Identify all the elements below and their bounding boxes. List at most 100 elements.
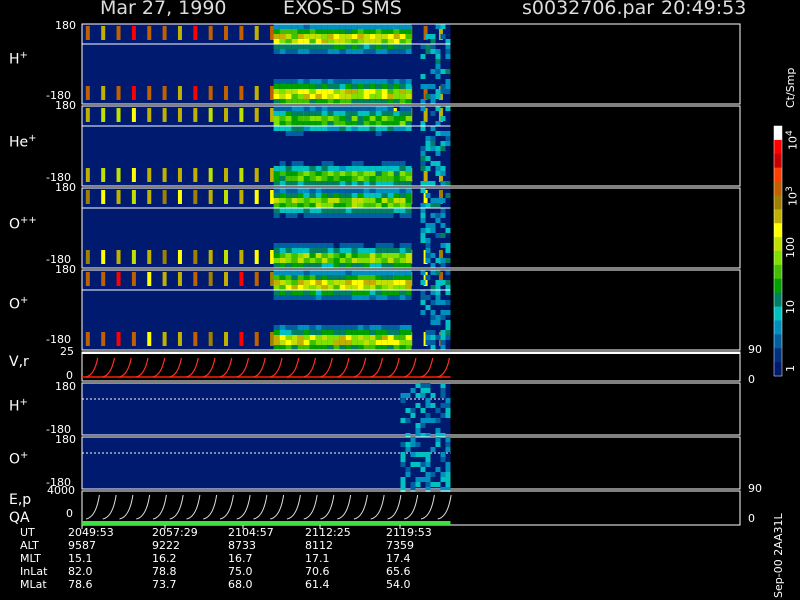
heatmap-cell (116, 168, 121, 182)
heatmap-cell (357, 193, 364, 198)
heatmap-cell (309, 181, 316, 186)
heatmap-cell (425, 330, 431, 335)
heatmap-cell (254, 272, 259, 286)
heatmap-cell (303, 330, 310, 335)
heatmap-cell (279, 94, 286, 99)
heatmap-cell (101, 108, 106, 122)
heatmap-cell (273, 280, 280, 285)
heatmap-cell (387, 49, 394, 54)
heatmap-cell (369, 181, 376, 186)
heatmap-cell (405, 418, 411, 423)
heatmap-cell (147, 332, 152, 346)
heatmap-cell (285, 171, 292, 176)
heatmap-cell (345, 263, 352, 268)
heatmap-cell (285, 253, 292, 258)
heatmap-cell (321, 161, 328, 166)
heatmap-cell (393, 193, 400, 198)
heatmap-cell (254, 86, 259, 100)
panel-label-o-plusplus: O++ (9, 215, 37, 233)
heatmap-cell (279, 34, 286, 39)
heatmap-cell (303, 79, 310, 84)
heatmap-cell (345, 330, 352, 335)
heatmap-cell (321, 29, 328, 34)
heatmap-cell (297, 243, 304, 248)
heatmap-cell (357, 285, 364, 290)
heatmap-cell (239, 250, 244, 264)
heatmap-cell (369, 193, 376, 198)
heatmap-cell (381, 166, 388, 171)
heatmap-cell (297, 99, 304, 104)
heatmap-cell (321, 248, 328, 253)
heatmap-cell (357, 89, 364, 94)
heatmap-cell (435, 161, 441, 166)
vr-curve (420, 357, 434, 378)
panel-o-plusplus-heatmap (82, 188, 451, 268)
heatmap-cell (321, 280, 328, 285)
heatmap-cell (291, 253, 298, 258)
heatmap-cell (435, 290, 441, 295)
heatmap-cell (339, 295, 346, 300)
heatmap-cell (116, 250, 121, 264)
heatmap-cell (399, 295, 406, 300)
heatmap-cell (381, 258, 388, 263)
heatmap-cell (345, 275, 352, 280)
heatmap-cell (410, 452, 416, 457)
heatmap-cell (369, 345, 376, 350)
footer-row-label: UT (20, 526, 35, 539)
footer-cell: 17.4 (386, 552, 411, 565)
heatmap-cell (435, 280, 441, 285)
heatmap-cell (351, 116, 358, 121)
heatmap-cell (273, 208, 280, 213)
ep-curve (437, 494, 452, 520)
heatmap-cell (131, 250, 136, 264)
footer-cell: 65.6 (386, 565, 411, 578)
colorbar-segment (774, 348, 782, 363)
heatmap-cell (381, 34, 388, 39)
heatmap-cell (420, 270, 426, 275)
heatmap-cell (357, 121, 364, 126)
heatmap-cell (321, 290, 328, 295)
colorbar-unit: Ct/Smp (784, 67, 797, 108)
heatmap-cell (315, 44, 322, 49)
heatmap-cell (321, 208, 328, 213)
heatmap-cell (445, 447, 451, 452)
heatmap-cell (440, 69, 446, 74)
heatmap-cell (405, 253, 412, 258)
heatmap-cell (357, 248, 364, 253)
heatmap-cell (425, 44, 431, 49)
side-note: Sep-00 2AA31L (772, 513, 785, 598)
heatmap-cell (369, 258, 376, 263)
heatmap-cell (131, 272, 136, 286)
heatmap-cell (435, 467, 441, 472)
heatmap-cell (399, 263, 406, 268)
heatmap-cell (357, 188, 364, 193)
heatmap-cell (430, 290, 436, 295)
heatmap-cell (279, 111, 286, 116)
heatmap-cell (309, 270, 316, 275)
footer-row-label: InLat (20, 565, 48, 578)
heatmap-cell (309, 49, 316, 54)
heatmap-cell (208, 190, 213, 204)
heatmap-cell (327, 181, 334, 186)
heatmap-cell (393, 263, 400, 268)
heatmap-cell (333, 193, 340, 198)
heatmap-cell (381, 176, 388, 181)
heatmap-cell (345, 24, 352, 29)
heatmap-cell (405, 89, 412, 94)
heatmap-cell (309, 263, 316, 268)
heatmap-cell (315, 166, 322, 171)
heatmap-cell (315, 275, 322, 280)
heatmap-cell (273, 84, 280, 89)
heatmap-cell (339, 340, 346, 345)
heatmap-cell (147, 26, 152, 40)
heatmap-cell (399, 84, 406, 89)
heatmap-cell (177, 272, 182, 286)
heatmap-cell (363, 258, 370, 263)
heatmap-cell (193, 272, 198, 286)
heatmap-cell (279, 121, 286, 126)
heatmap-cell (309, 335, 316, 340)
heatmap-cell (315, 198, 322, 203)
heatmap-cell (351, 193, 358, 198)
heatmap-cell (387, 203, 394, 208)
heatmap-cell (435, 285, 441, 290)
